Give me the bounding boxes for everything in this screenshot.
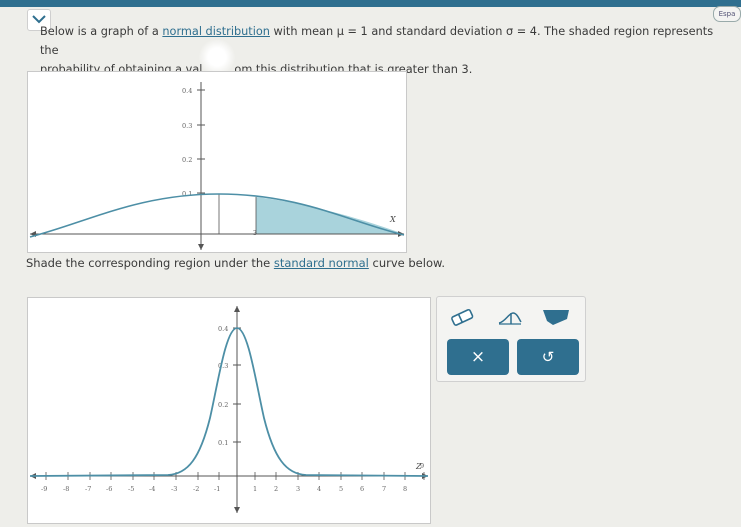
language-toggle[interactable]: Espa — [713, 6, 741, 22]
z-tick-label: 4 — [317, 485, 321, 493]
eraser-icon — [451, 309, 474, 326]
z-tick-label: 7 — [382, 485, 386, 493]
instruction-text: Shade the corresponding region under the… — [26, 256, 445, 270]
standard-normal-link[interactable]: standard normal — [274, 256, 369, 270]
standard-normal-curve — [29, 327, 429, 477]
clear-button[interactable]: × — [447, 339, 509, 375]
y-tick-label: 0.2 — [218, 401, 228, 409]
z-tick-label: -4 — [149, 485, 155, 493]
instruction-part: curve below. — [368, 256, 445, 270]
z-tick-label: 3 — [296, 485, 300, 493]
x-axis-label: X — [389, 215, 396, 224]
marker-label: 3 — [253, 230, 257, 237]
eraser-tool[interactable] — [449, 307, 475, 327]
normal-distribution-link[interactable]: normal distribution — [162, 25, 270, 38]
y-tick-label: 0.1 — [218, 439, 228, 447]
y-tick-label: 0.4 — [182, 87, 192, 95]
normal-distribution-graph: 0.4 0.3 0.2 0.1 3 X — [27, 71, 407, 253]
top-bar — [0, 0, 741, 7]
standard-normal-graph[interactable]: -9 -8 -7 -6 -5 -4 -3 -2 -1 1 2 3 4 5 6 7… — [27, 297, 431, 524]
region-tool[interactable] — [497, 307, 523, 327]
undo-button[interactable]: ↺ — [517, 339, 579, 375]
y-tick-label: 0.2 — [182, 156, 192, 164]
z-tick-label: 6 — [360, 485, 364, 493]
z-tick-label: -2 — [193, 485, 199, 493]
standard-normal-plot[interactable]: -9 -8 -7 -6 -5 -4 -3 -2 -1 1 2 3 4 5 6 7… — [28, 298, 430, 523]
z-tick-label: -8 — [63, 485, 69, 493]
z-axis-label: Z — [415, 462, 422, 471]
normal-curve-plot: 0.4 0.3 0.2 0.1 3 X — [29, 82, 405, 250]
shading-toolbox: × ↺ — [436, 296, 586, 382]
instruction-part: Shade the corresponding region under the — [26, 256, 274, 270]
z-tick-label: -3 — [171, 485, 177, 493]
z-tick-label: 1 — [253, 485, 257, 493]
left-region-icon — [498, 312, 522, 325]
problem-text: Below is a graph of a — [40, 25, 163, 38]
z-tick-label: -9 — [41, 485, 47, 493]
fill-tool[interactable] — [541, 307, 569, 327]
z-tick-label: 2 — [274, 485, 278, 493]
glare-overlay — [198, 40, 236, 74]
z-tick-label: 8 — [403, 485, 407, 493]
z-tick-label: -5 — [128, 485, 134, 493]
y-tick-label: 0.4 — [218, 325, 228, 333]
z-tick-label: 5 — [339, 485, 343, 493]
fill-icon — [543, 310, 569, 325]
y-tick-label: 0.3 — [182, 122, 192, 130]
y-tick-label: 0.1 — [182, 190, 192, 198]
z-tick-label: -7 — [85, 485, 91, 493]
z-tick-label: -1 — [214, 485, 220, 493]
z-tick-label: -6 — [106, 485, 112, 493]
